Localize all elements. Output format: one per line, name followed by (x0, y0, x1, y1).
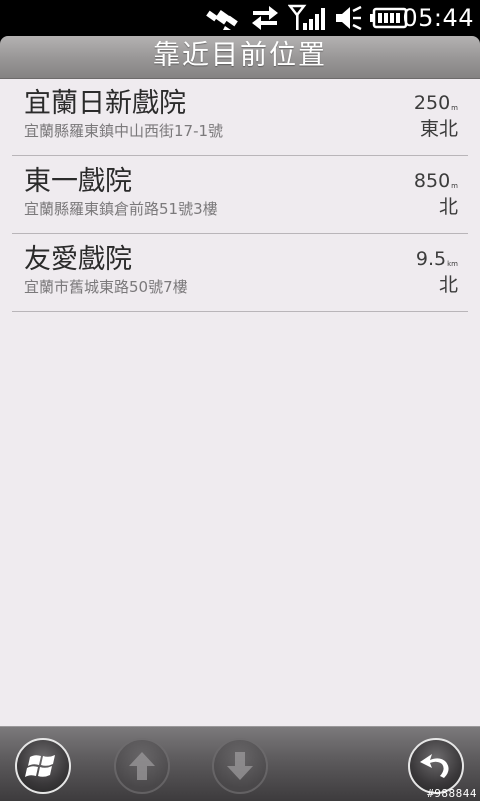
place-list-item[interactable]: 友愛戲院 宜蘭市舊城東路50號7樓 9.5km 北 (12, 235, 468, 312)
distance-value: 850 (413, 170, 451, 192)
distance-value: 250 (413, 92, 451, 114)
place-direction: 北 (438, 274, 458, 296)
windows-start-icon (25, 755, 55, 777)
place-distance: 850m (414, 169, 458, 193)
back-icon (420, 754, 449, 778)
status-bar: 05:44 (0, 0, 480, 36)
place-address: 宜蘭縣羅東鎮倉前路51號3樓 (24, 200, 218, 218)
title-bar: 靠近目前位置 (0, 36, 480, 79)
windows-start-button[interactable] (15, 738, 71, 794)
signal-strength-icon (288, 4, 325, 30)
data-transfer-icon (252, 6, 278, 30)
scroll-down-icon (227, 752, 253, 780)
place-direction: 北 (438, 196, 458, 218)
place-address: 宜蘭市舊城東路50號7樓 (24, 278, 188, 296)
page-title: 靠近目前位置 (153, 40, 327, 71)
place-address: 宜蘭縣羅東鎮中山西街17-1號 (24, 122, 224, 140)
places-list: 宜蘭日新戲院 宜蘭縣羅東鎮中山西街17-1號 250m 東北 東一戲院 宜蘭縣羅… (0, 79, 480, 726)
place-name: 友愛戲院 (24, 244, 132, 275)
place-list-item[interactable]: 宜蘭日新戲院 宜蘭縣羅東鎮中山西街17-1號 250m 東北 (12, 79, 468, 156)
distance-unit: km (447, 260, 458, 268)
distance-unit: m (451, 104, 458, 112)
distance-unit: m (451, 182, 458, 190)
scroll-up-button[interactable] (114, 738, 170, 794)
place-distance: 250m (414, 91, 458, 115)
distance-value: 9.5 (415, 248, 447, 270)
place-list-item[interactable]: 東一戲院 宜蘭縣羅東鎮倉前路51號3樓 850m 北 (12, 157, 468, 234)
place-name: 東一戲院 (24, 166, 132, 197)
scroll-up-icon (129, 752, 155, 780)
place-direction: 東北 (419, 118, 458, 140)
speaker-muted-icon (336, 5, 362, 31)
gps-satellite-icon (206, 10, 238, 30)
place-name: 宜蘭日新戲院 (24, 88, 186, 119)
place-distance: 9.5km (416, 247, 458, 271)
scroll-down-button[interactable] (212, 738, 268, 794)
clock: 05:44 (402, 4, 474, 32)
back-button[interactable] (408, 738, 464, 794)
bottom-toolbar: #988844 (0, 726, 480, 801)
watermark: #988844 (427, 787, 477, 800)
